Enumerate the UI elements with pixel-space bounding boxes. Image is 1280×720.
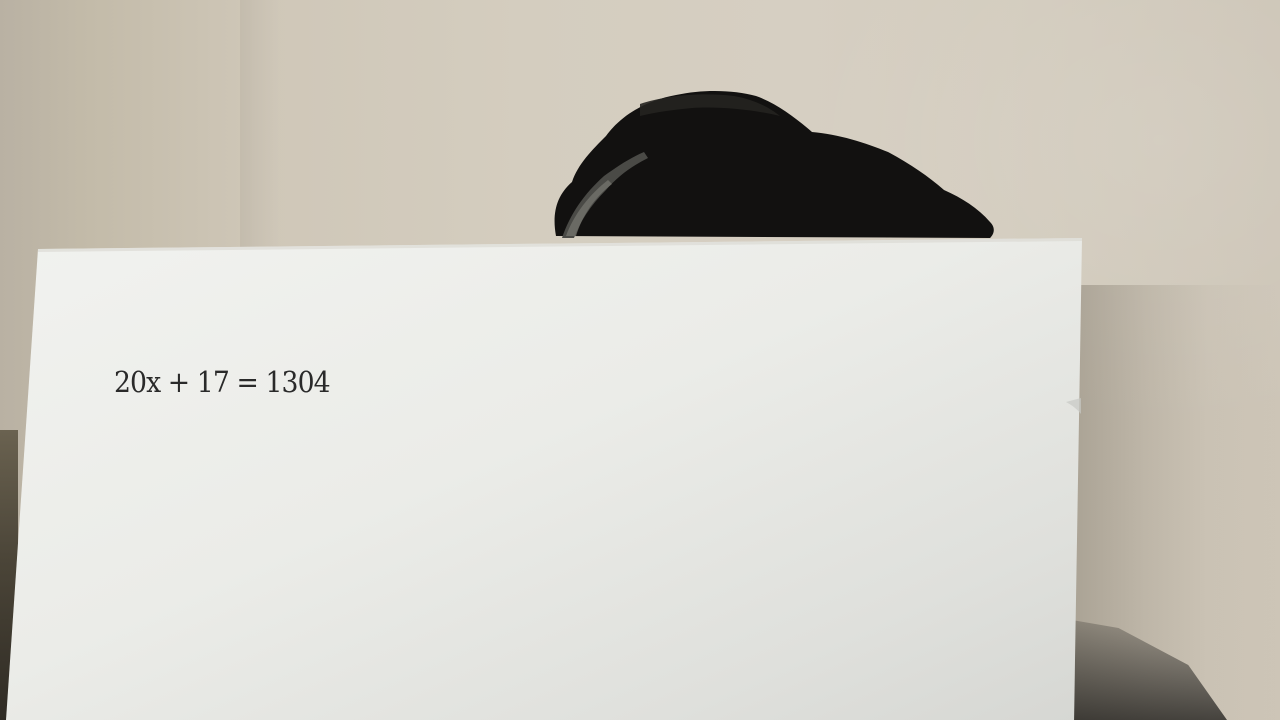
- handwritten-equation: 20x + 17 = 1304: [114, 365, 331, 399]
- paper-sheet: [6, 238, 1082, 720]
- photo-scene: 20x + 17 = 1304: [0, 0, 1280, 720]
